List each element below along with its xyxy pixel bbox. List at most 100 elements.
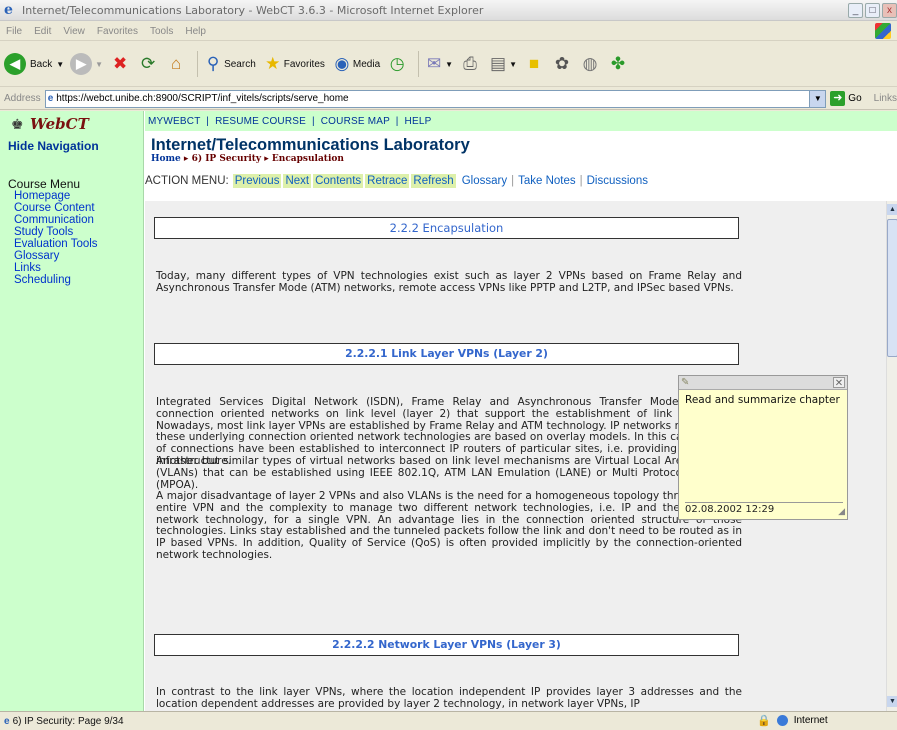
action-glossary-link[interactable]: Glossary — [458, 175, 511, 187]
sticky-note-text[interactable]: Read and summarize chapter — [679, 390, 847, 410]
print-button[interactable]: ⎙ — [459, 53, 481, 75]
links-button[interactable]: Links — [874, 93, 897, 104]
mail-icon: ✉ — [427, 54, 442, 73]
media-icon: ◉ — [334, 54, 350, 73]
menu-help[interactable]: Help — [179, 26, 212, 37]
maximize-button[interactable]: □ — [865, 3, 880, 18]
network-layer-paragraph: In contrast to the link layer VPNs, wher… — [156, 686, 742, 710]
course-menu-scheduling[interactable]: Scheduling — [14, 274, 98, 286]
status-text: 6) IP Security: Page 9/34 — [12, 715, 124, 727]
messenger-icon: ◍ — [582, 54, 598, 73]
search-button[interactable]: ⚲ Search — [202, 53, 256, 75]
sticky-note-header[interactable]: ✎ ✕ — [679, 376, 847, 390]
breadcrumb: Home ▸ 6) IP Security ▸ Encapsulation — [151, 154, 344, 164]
close-button[interactable]: x — [882, 3, 897, 18]
content-scrollbar[interactable]: ▲ ▼ — [886, 201, 897, 711]
title-bar: e Internet/Telecommunications Laboratory… — [0, 0, 897, 21]
stop-button[interactable]: ✖ — [109, 53, 131, 75]
ie-icon: e — [4, 2, 13, 18]
messenger-button[interactable]: ◍ — [579, 53, 601, 75]
back-arrow-icon: ◀ — [4, 53, 26, 75]
page-icon: e — [47, 93, 54, 104]
help-link[interactable]: HELP — [405, 116, 432, 127]
address-input[interactable]: e https://webct.unibe.ch:8900/SCRIPT/inf… — [44, 89, 827, 108]
address-bar: Address e https://webct.unibe.ch:8900/SC… — [0, 88, 897, 110]
msn-button[interactable]: ✤ — [607, 53, 629, 75]
browser-window: e Internet/Telecommunications Laboratory… — [0, 0, 897, 730]
status-bar: e 6) IP Security: Page 9/34 🔒 Internet — [0, 711, 897, 730]
action-retrace-button[interactable]: Retrace — [365, 174, 410, 188]
menu-edit[interactable]: Edit — [28, 26, 57, 37]
course-menu-course-content[interactable]: Course Content — [14, 202, 98, 214]
action-refresh-button[interactable]: Refresh — [411, 174, 456, 188]
scroll-down-icon[interactable]: ▼ — [887, 696, 897, 707]
edit-icon: ▤ — [490, 54, 507, 73]
favorites-button[interactable]: ★ Favorites — [262, 53, 325, 75]
subsection-heading-link-layer: 2.2.2.1 Link Layer VPNs (Layer 2) — [154, 343, 739, 365]
section-heading: 2.2.2 Encapsulation — [154, 217, 739, 239]
action-next-button[interactable]: Next — [283, 174, 312, 188]
history-button[interactable]: ◷ — [386, 53, 408, 75]
menu-view[interactable]: View — [57, 26, 91, 37]
notes-button[interactable]: ■ — [523, 53, 545, 75]
action-take-notes-link[interactable]: Take Notes — [514, 175, 580, 187]
scroll-up-icon[interactable]: ▲ — [887, 204, 897, 215]
toolbar: ◀ Back ▼ ▶ ▼ ✖ ⟳ ⌂ ⚲ Search ★ Favorites … — [0, 42, 897, 87]
refresh-button[interactable]: ⟳ — [137, 53, 159, 75]
course-menu-links[interactable]: Links — [14, 262, 98, 274]
webct-logo: ♚ WebCT — [11, 115, 89, 133]
menu-bar: File Edit View Favorites Tools Help — [0, 22, 897, 41]
menu-tools[interactable]: Tools — [144, 26, 179, 37]
address-label: Address — [4, 93, 41, 104]
go-arrow-icon: ➜ — [830, 91, 846, 106]
course-map-link[interactable]: COURSE MAP — [321, 116, 390, 127]
course-menu-heading: Course Menu — [8, 177, 81, 191]
globe-icon — [776, 715, 788, 726]
close-icon[interactable]: ✕ — [833, 377, 845, 389]
menu-file[interactable]: File — [0, 26, 28, 37]
resume-course-link[interactable]: RESUME COURSE — [215, 116, 306, 127]
mail-button[interactable]: ✉ ▼ — [423, 53, 453, 75]
course-menu-homepage[interactable]: Homepage — [14, 190, 98, 202]
print-icon: ⎙ — [463, 54, 477, 73]
breadcrumb-separator-icon: ▸ — [264, 154, 272, 164]
resize-grip-icon[interactable]: ◢ — [838, 506, 845, 517]
toolbar-separator — [197, 51, 199, 77]
note-icon: ✎ — [681, 377, 690, 388]
back-button[interactable]: ◀ Back ▼ — [4, 53, 64, 75]
forward-button[interactable]: ▶ ▼ — [70, 53, 103, 75]
breadcrumb-ip-security[interactable]: 6) IP Security — [192, 154, 262, 164]
breadcrumb-current: Encapsulation — [271, 154, 344, 164]
search-icon: ⚲ — [206, 54, 220, 73]
course-menu-list: Homepage Course Content Communication St… — [14, 190, 98, 286]
breadcrumb-home[interactable]: Home — [151, 154, 181, 164]
chevron-down-icon[interactable]: ▼ — [809, 90, 826, 107]
action-contents-button[interactable]: Contents — [313, 174, 364, 188]
action-previous-button[interactable]: Previous — [232, 174, 282, 188]
action-discussions-link[interactable]: Discussions — [583, 175, 652, 187]
hide-navigation-link[interactable]: Hide Navigation — [8, 139, 99, 153]
course-menu-study-tools[interactable]: Study Tools — [14, 226, 98, 238]
scroll-thumb[interactable] — [887, 219, 897, 357]
home-button[interactable]: ⌂ — [165, 53, 187, 75]
window-title: Internet/Telecommunications Laboratory -… — [22, 3, 484, 17]
sticky-note[interactable]: ✎ ✕ Read and summarize chapter 02.08.200… — [678, 375, 848, 520]
minimize-button[interactable]: _ — [848, 3, 863, 18]
star-icon: ★ — [265, 54, 281, 73]
go-button[interactable]: ➜ Go — [830, 91, 862, 106]
menu-favorites[interactable]: Favorites — [91, 26, 144, 37]
refresh-icon: ⟳ — [140, 54, 156, 73]
webct-logo-icon: ♚ — [11, 116, 24, 132]
course-menu-communication[interactable]: Communication — [14, 214, 98, 226]
windows-logo-icon — [875, 23, 891, 39]
address-url: https://webct.unibe.ch:8900/SCRIPT/inf_v… — [56, 93, 349, 104]
research-button[interactable]: ✿ — [551, 53, 573, 75]
research-icon: ✿ — [554, 54, 570, 73]
edit-button[interactable]: ▤ ▼ — [487, 53, 517, 75]
course-menu-evaluation-tools[interactable]: Evaluation Tools — [14, 238, 98, 250]
chevron-down-icon: ▼ — [445, 59, 454, 69]
mywebct-link[interactable]: MYWEBCT — [148, 116, 200, 127]
media-button[interactable]: ◉ Media — [331, 53, 380, 75]
webct-top-nav: MYWEBCT | RESUME COURSE | COURSE MAP | H… — [145, 111, 897, 131]
course-menu-glossary[interactable]: Glossary — [14, 250, 98, 262]
